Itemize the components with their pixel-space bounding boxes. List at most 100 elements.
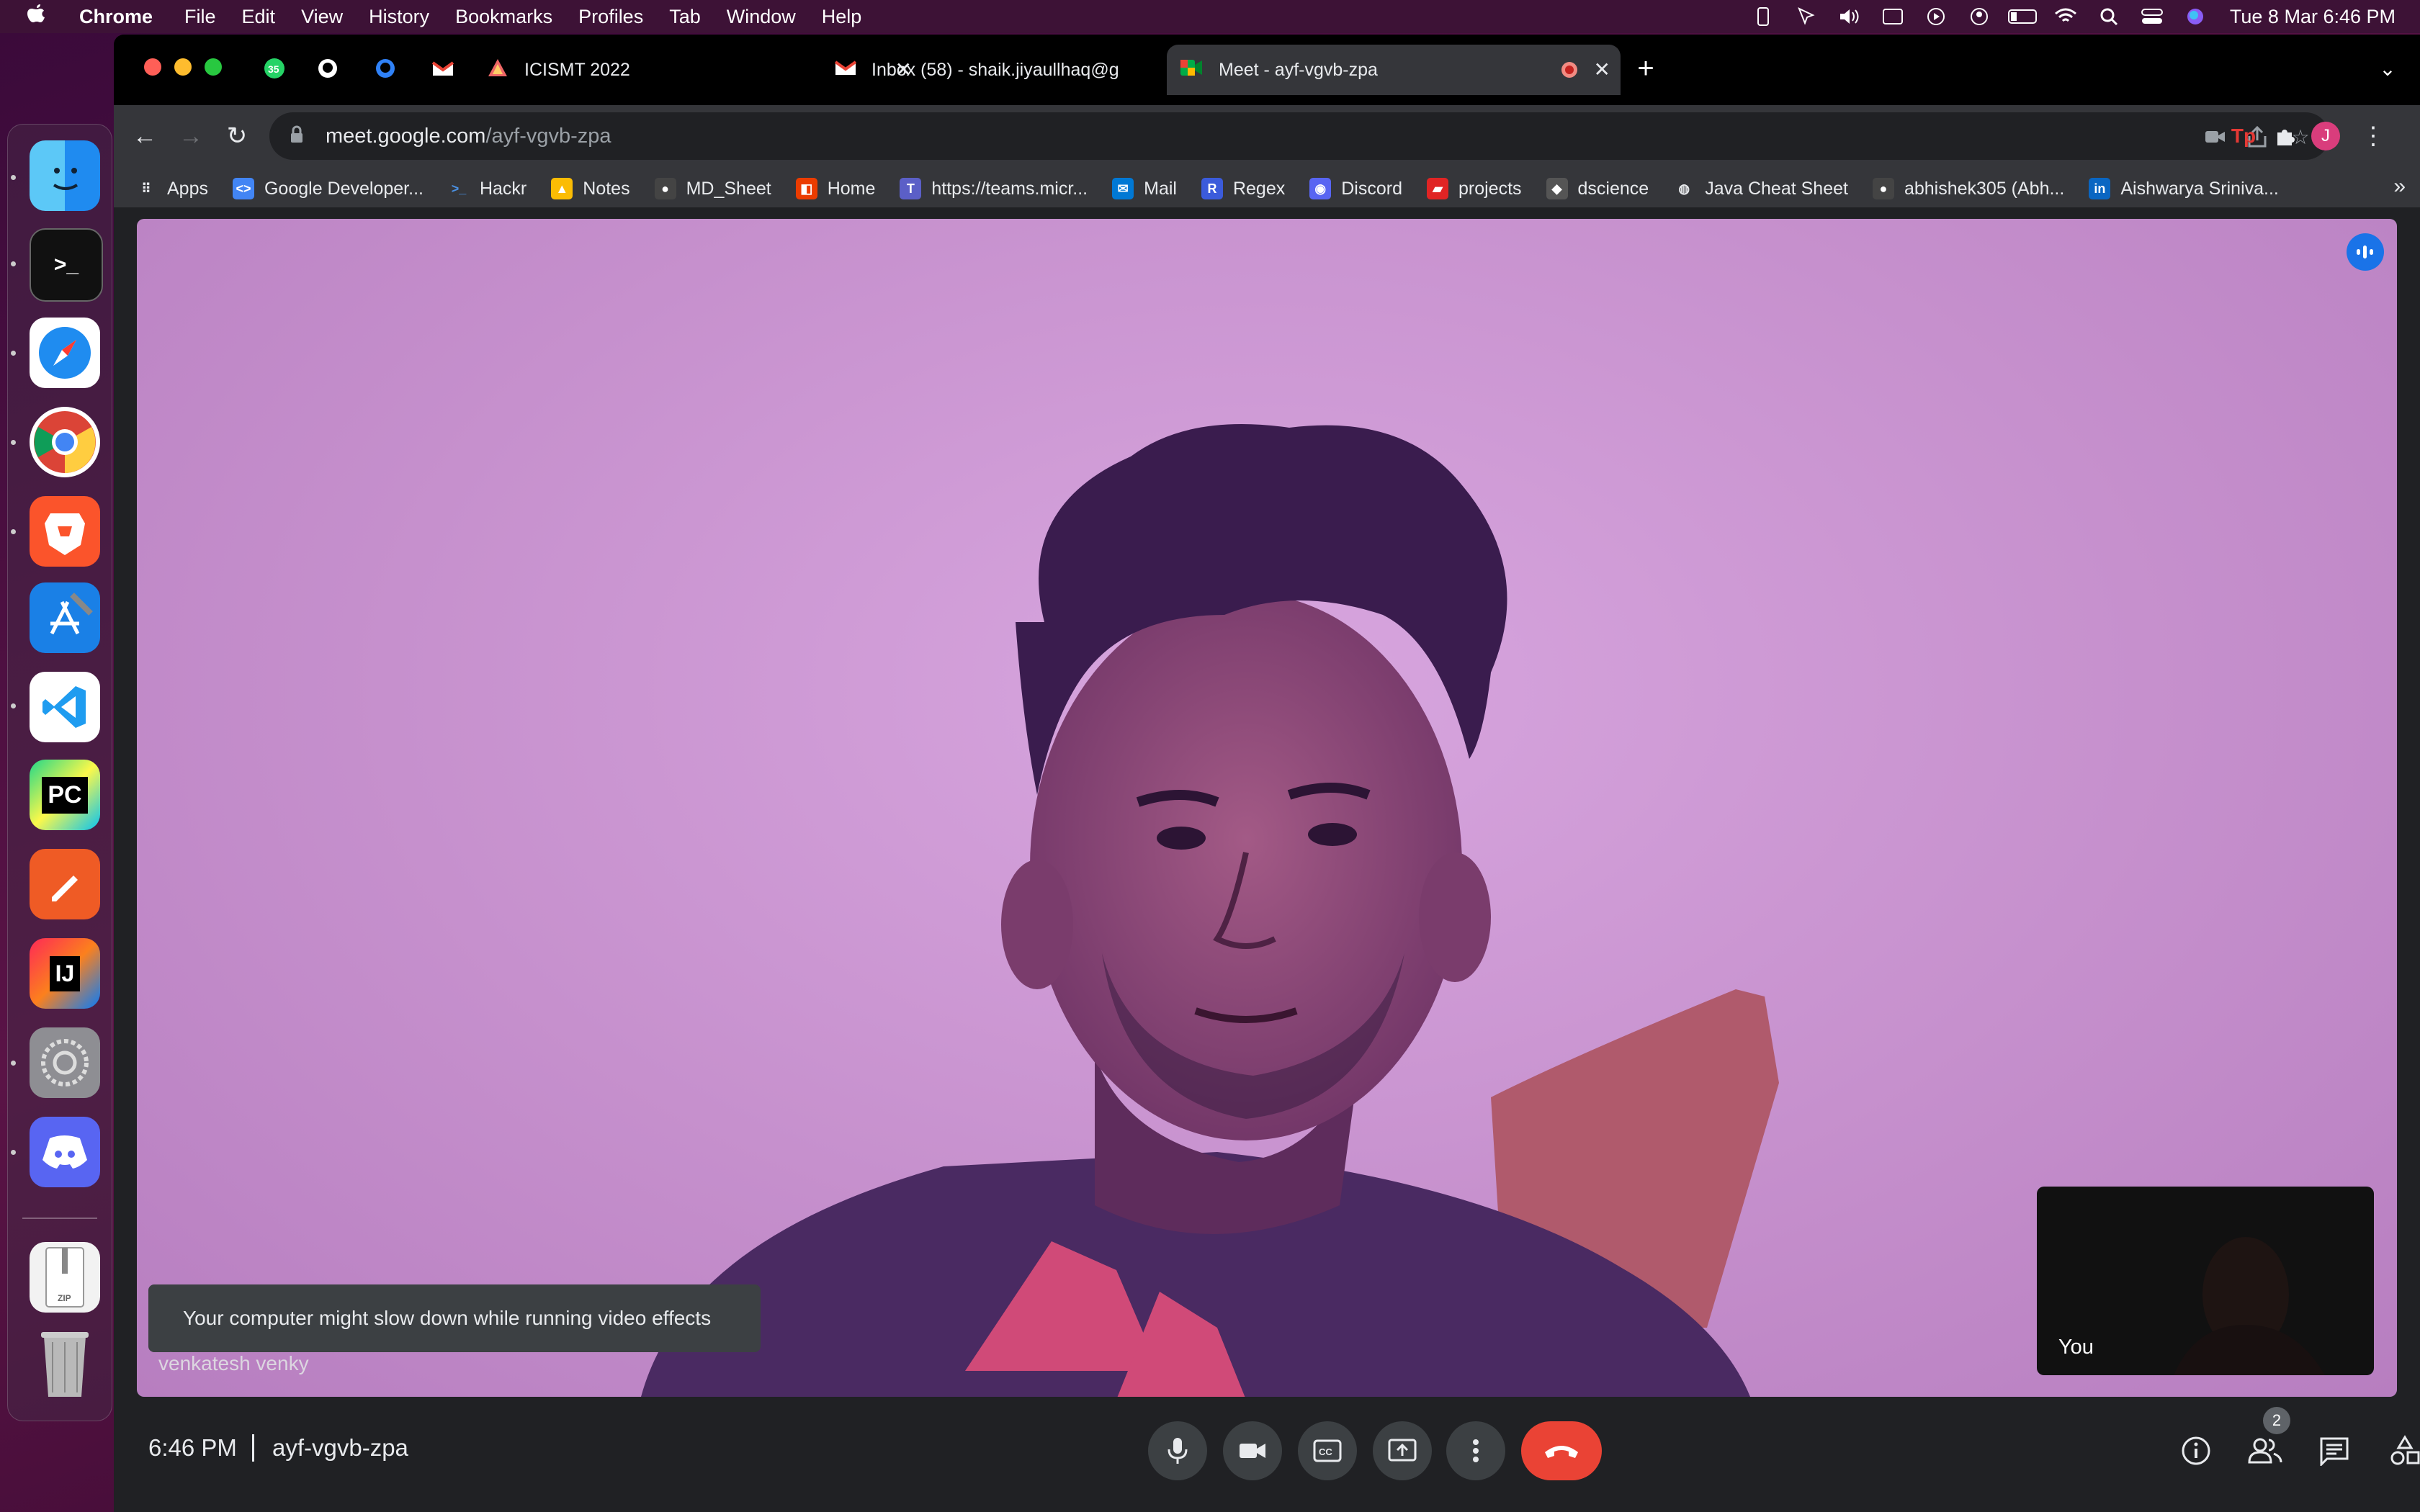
people-button[interactable] bbox=[2240, 1426, 2290, 1476]
bookmark-item[interactable]: >_ Hackr bbox=[448, 178, 527, 199]
url-text: meet.google.com/ayf-vgvb-zpa bbox=[326, 125, 611, 148]
brave-icon[interactable] bbox=[30, 496, 100, 567]
phone-icon[interactable] bbox=[1749, 6, 1778, 27]
bookmark-item[interactable]: ◆ dscience bbox=[1546, 178, 1649, 199]
close-tab-icon[interactable]: ✕ bbox=[1594, 58, 1610, 81]
wifi-icon[interactable] bbox=[2051, 6, 2080, 27]
intellij-icon[interactable]: IJ bbox=[30, 938, 100, 1009]
menu-history[interactable]: History bbox=[369, 6, 429, 28]
microphone-button[interactable] bbox=[1148, 1421, 1207, 1480]
keyboard-input-icon[interactable] bbox=[1878, 6, 1907, 27]
system-preferences-icon[interactable] bbox=[30, 1027, 100, 1098]
pinned-tab-gmail[interactable] bbox=[431, 56, 455, 81]
pinned-tab-github-2[interactable] bbox=[373, 56, 398, 81]
bookmark-label: Home bbox=[827, 178, 876, 199]
present-screen-button[interactable] bbox=[1373, 1421, 1432, 1480]
menu-help[interactable]: Help bbox=[822, 6, 862, 28]
tab-title: Inbox (58) - shaik.jiyaullhaq@g bbox=[871, 59, 1119, 80]
postman-icon[interactable] bbox=[30, 849, 100, 919]
volume-icon[interactable] bbox=[1835, 6, 1864, 27]
extension-tp-icon[interactable]: Tp bbox=[2226, 118, 2262, 154]
leave-call-button[interactable] bbox=[1521, 1421, 1602, 1480]
more-options-button[interactable] bbox=[1446, 1421, 1505, 1480]
pinned-tab-github[interactable] bbox=[315, 56, 340, 81]
chat-button[interactable] bbox=[2309, 1426, 2360, 1476]
chrome-menu-kebab-icon[interactable]: ⋮ bbox=[2355, 118, 2391, 154]
menu-bookmarks[interactable]: Bookmarks bbox=[455, 6, 552, 28]
menu-profiles[interactable]: Profiles bbox=[578, 6, 643, 28]
bookmark-item[interactable]: in Aishwarya Sriniva... bbox=[2089, 178, 2279, 199]
outlook-icon: ✉ bbox=[1112, 178, 1134, 199]
video-effects-warning-toast: Your computer might slow down while runn… bbox=[148, 1284, 761, 1352]
menu-window[interactable]: Window bbox=[727, 6, 796, 28]
svg-text:CC: CC bbox=[1319, 1446, 1332, 1457]
lock-icon[interactable] bbox=[290, 125, 304, 148]
menu-view[interactable]: View bbox=[301, 6, 343, 28]
tab-search-chevron-icon[interactable]: ⌄ bbox=[2375, 56, 2400, 81]
reload-icon[interactable]: ↻ bbox=[219, 118, 255, 154]
bookmark-item[interactable]: ◍ Java Cheat Sheet bbox=[1673, 178, 1848, 199]
whatsapp-unread-badge: 35 bbox=[268, 63, 279, 75]
cursor-off-icon[interactable] bbox=[1792, 6, 1821, 27]
participant-eye-left bbox=[1157, 827, 1206, 850]
menu-file[interactable]: File bbox=[184, 6, 216, 28]
bookmark-item[interactable]: ◉ Discord bbox=[1309, 178, 1402, 199]
app-menu-chrome[interactable]: Chrome bbox=[79, 6, 153, 28]
minimize-window-button[interactable] bbox=[174, 58, 192, 76]
bookmark-item[interactable]: ⠿ Apps bbox=[135, 178, 208, 199]
bookmark-label: Java Cheat Sheet bbox=[1705, 178, 1848, 199]
control-center-icon[interactable] bbox=[2138, 6, 2166, 27]
new-tab-plus-icon[interactable]: + bbox=[1634, 53, 1658, 84]
bookmark-item[interactable]: ▰ projects bbox=[1426, 178, 1522, 199]
forward-arrow-icon[interactable]: → bbox=[173, 118, 209, 154]
play-icon[interactable] bbox=[1922, 6, 1950, 27]
close-window-button[interactable] bbox=[144, 58, 161, 76]
terminal-icon[interactable]: >_ bbox=[30, 228, 103, 302]
menu-edit[interactable]: Edit bbox=[242, 6, 276, 28]
captions-button[interactable]: CC bbox=[1298, 1421, 1357, 1480]
extensions-puzzle-icon[interactable] bbox=[2267, 118, 2303, 154]
bookmark-item[interactable]: ✉ Mail bbox=[1112, 178, 1177, 199]
browser-toolbar: ← → ↻ meet.google.com/ayf-vgvb-zpa ☆ Tp … bbox=[114, 105, 2420, 207]
siri-icon[interactable] bbox=[2181, 6, 2210, 27]
tab-meet-active[interactable]: Meet - ayf-vgvb-zpa ✕ bbox=[1167, 45, 1621, 95]
profile-avatar[interactable]: J bbox=[2308, 118, 2344, 154]
menu-clock[interactable]: Tue 8 Mar 6:46 PM bbox=[2230, 6, 2396, 28]
meeting-details-button[interactable] bbox=[2171, 1426, 2221, 1476]
bookmark-item[interactable]: ▲ Notes bbox=[551, 178, 630, 199]
camera-in-use-icon[interactable] bbox=[2202, 124, 2228, 150]
bookmark-item[interactable]: ◧ Home bbox=[795, 178, 876, 199]
camera-button[interactable] bbox=[1223, 1421, 1282, 1480]
apps-grid-icon: ⠿ bbox=[141, 181, 151, 196]
bookmark-item[interactable]: Thttps://teams.micr... bbox=[900, 178, 1088, 199]
trash-icon[interactable] bbox=[30, 1328, 100, 1399]
finder-icon[interactable] bbox=[30, 140, 100, 211]
meeting-code[interactable]: ayf-vgvb-zpa bbox=[272, 1434, 408, 1462]
profile-initial: J bbox=[2311, 122, 2340, 150]
menu-tab[interactable]: Tab bbox=[669, 6, 701, 28]
dock-running-indicator bbox=[11, 703, 16, 708]
activities-button[interactable] bbox=[2380, 1426, 2420, 1476]
self-view-tile[interactable]: You bbox=[2037, 1187, 2374, 1375]
bookmark-item[interactable]: ● MD_Sheet bbox=[654, 178, 771, 199]
spotlight-search-icon[interactable] bbox=[2094, 6, 2123, 27]
participant-face bbox=[1030, 593, 1462, 1140]
bookmark-item[interactable]: R Regex bbox=[1201, 178, 1285, 199]
pycharm-icon[interactable]: PC bbox=[30, 760, 100, 830]
apple-menu-icon[interactable] bbox=[27, 3, 46, 30]
zoom-window-button[interactable] bbox=[205, 58, 222, 76]
bookmarks-overflow-chevron-icon[interactable]: » bbox=[2393, 174, 2406, 199]
zip-archive-icon[interactable]: ZIP bbox=[30, 1242, 100, 1313]
bookmark-item[interactable]: ● abhishek305 (Abh... bbox=[1872, 178, 2064, 199]
safari-icon[interactable] bbox=[30, 318, 100, 388]
discord-icon[interactable] bbox=[30, 1117, 100, 1187]
battery-icon[interactable] bbox=[2007, 6, 2037, 27]
user-account-icon[interactable] bbox=[1965, 6, 1994, 27]
pinned-tab-whatsapp[interactable]: 35 bbox=[262, 56, 287, 81]
address-bar[interactable]: meet.google.com/ayf-vgvb-zpa ☆ bbox=[269, 112, 2329, 160]
vscode-icon[interactable] bbox=[30, 672, 100, 742]
bookmark-item[interactable]: <> Google Developer... bbox=[232, 178, 424, 199]
back-arrow-icon[interactable]: ← bbox=[127, 118, 163, 154]
xcode-icon[interactable] bbox=[30, 582, 100, 653]
chrome-icon[interactable] bbox=[30, 407, 100, 477]
